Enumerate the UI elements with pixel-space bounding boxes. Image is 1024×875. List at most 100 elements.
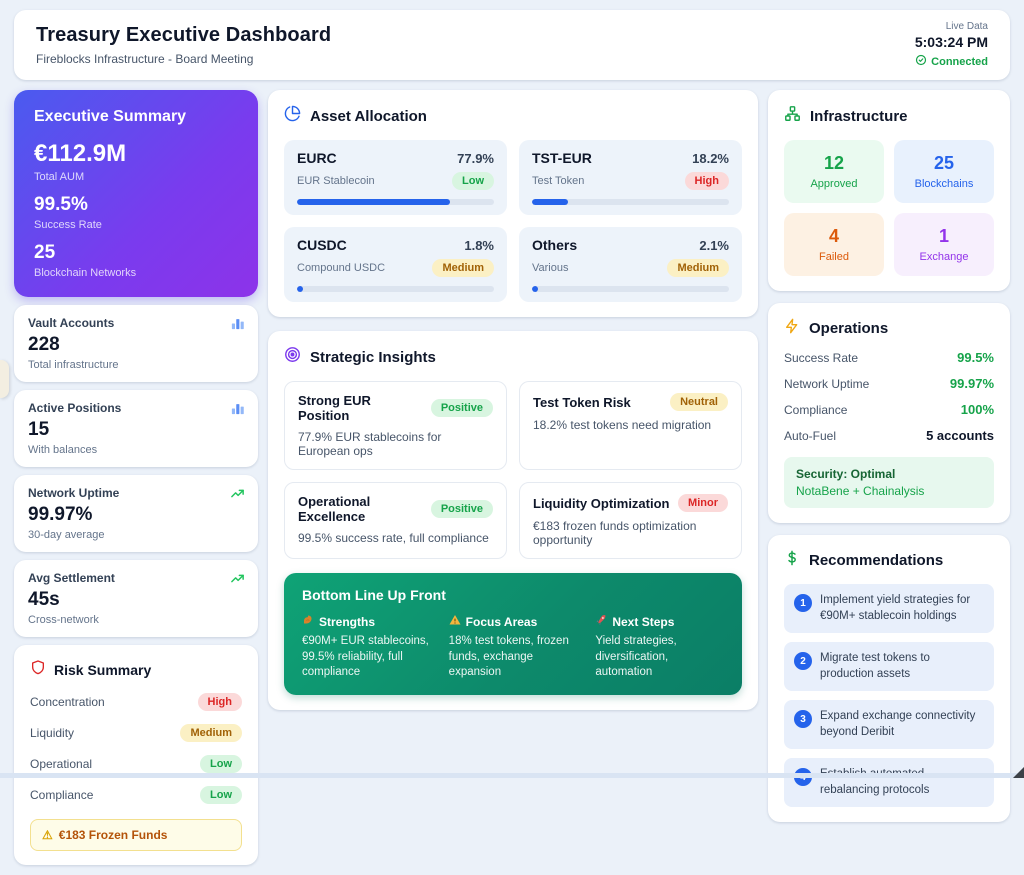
executive-summary-title: Executive Summary: [34, 108, 238, 126]
total-aum-label: Total AUM: [34, 171, 238, 183]
asset-description: Test Token: [532, 175, 584, 187]
infrastructure-panel: Infrastructure 12 Approved 25 Blockchain…: [768, 90, 1010, 291]
asset-description: EUR Stablecoin: [297, 175, 375, 187]
resize-corner-handle[interactable]: [1013, 767, 1024, 778]
asset-symbol: Others: [532, 237, 577, 253]
recommendation-text: Implement yield strategies for €90M+ sta…: [820, 593, 984, 624]
asset-card-cusdc: CUSDC 1.8% Compound USDC Medium: [284, 227, 507, 302]
allocation-bar: [532, 286, 729, 292]
infra-tile-approved: 12 Approved: [784, 140, 884, 203]
stat-value: 45s: [28, 589, 244, 611]
stat-subtitle: With balances: [28, 444, 244, 456]
bluf-title: Bottom Line Up Front: [302, 587, 724, 603]
asset-risk-badge: Medium: [667, 259, 729, 277]
warning-icon: ⚠: [42, 828, 53, 842]
infrastructure-title: Infrastructure: [810, 108, 908, 125]
operations-title: Operations: [809, 320, 888, 337]
asset-card-others: Others 2.1% Various Medium: [519, 227, 742, 302]
frozen-funds-text: €183 Frozen Funds: [59, 828, 168, 842]
stat-card-avg-settlement: Avg Settlement 45s Cross-network: [14, 560, 258, 637]
stat-title: Vault Accounts: [28, 316, 244, 330]
recommendation-text: Establish automated rebalancing protocol…: [820, 767, 984, 798]
recommendation-item-1: 1 Implement yield strategies for €90M+ s…: [784, 584, 994, 633]
bottom-line-up-front-card: Bottom Line Up Front Strengths €90M+ EUR…: [284, 573, 742, 695]
ops-row-success-rate: Success Rate 99.5%: [784, 350, 994, 365]
header-left: Treasury Executive Dashboard Fireblocks …: [36, 24, 331, 66]
asset-symbol: EURC: [297, 150, 337, 166]
risk-level-badge: Low: [200, 786, 242, 804]
insight-description: 99.5% success rate, full compliance: [298, 531, 493, 545]
insight-description: €183 frozen funds optimization opportuni…: [533, 519, 728, 547]
insight-title: Operational Excellence: [298, 494, 425, 524]
stat-title: Network Uptime: [28, 486, 244, 500]
allocation-bar: [297, 286, 494, 292]
bluf-strengths: Strengths €90M+ EUR stablecoins, 99.5% r…: [302, 614, 431, 681]
infra-tile-exchange: 1 Exchange: [894, 213, 994, 276]
recommendations-panel: Recommendations 1 Implement yield strate…: [768, 535, 1010, 822]
stat-subtitle: Cross-network: [28, 614, 244, 626]
success-rate-value: 99.5%: [34, 194, 238, 216]
page-title: Treasury Executive Dashboard: [36, 24, 331, 47]
risk-row-liquidity: Liquidity Medium: [30, 724, 242, 742]
blockchain-networks-label: Blockchain Networks: [34, 267, 238, 279]
risk-summary-panel: Risk Summary Concentration High Liquidit…: [14, 645, 258, 865]
insight-card-liquidity: Liquidity Optimization Minor €183 frozen…: [519, 482, 742, 559]
asset-percent: 77.9%: [457, 151, 494, 166]
insight-title: Strong EUR Position: [298, 393, 425, 423]
stat-title: Active Positions: [28, 401, 244, 415]
risk-label: Compliance: [30, 788, 93, 802]
asset-symbol: TST-EUR: [532, 150, 592, 166]
muscle-icon: [302, 614, 314, 629]
asset-card-tst-eur: TST-EUR 18.2% Test Token High: [519, 140, 742, 215]
allocation-bar-fill: [297, 286, 303, 292]
insight-tag-badge: Positive: [431, 500, 493, 518]
insight-tag-badge: Neutral: [670, 393, 728, 411]
target-icon: [284, 346, 301, 368]
insight-card-operational: Operational Excellence Positive 99.5% su…: [284, 482, 507, 559]
bluf-column-body: €90M+ EUR stablecoins, 99.5% reliability…: [302, 634, 431, 681]
check-circle-icon: [915, 54, 927, 69]
stat-card-vault-accounts: Vault Accounts 228 Total infrastructure: [14, 305, 258, 382]
recommendation-item-4: 4 Establish automated rebalancing protoc…: [784, 758, 994, 807]
connection-status-label: Connected: [931, 56, 988, 68]
allocation-bar: [532, 199, 729, 205]
ops-label: Compliance: [784, 403, 847, 417]
live-data-label: Live Data: [915, 21, 988, 32]
asset-description: Compound USDC: [297, 262, 385, 274]
network-icon: [784, 105, 801, 127]
asset-allocation-panel: Asset Allocation EURC 77.9% EUR Stableco…: [268, 90, 758, 317]
risk-row-compliance: Compliance Low: [30, 786, 242, 804]
stat-card-network-uptime: Network Uptime 99.97% 30-day average: [14, 475, 258, 552]
allocation-bar-fill: [532, 199, 568, 205]
tile-value: 4: [792, 226, 876, 247]
asset-risk-badge: High: [685, 172, 729, 190]
risk-level-badge: High: [198, 693, 242, 711]
insight-description: 77.9% EUR stablecoins for European ops: [298, 430, 493, 458]
recommendation-item-3: 3 Expand exchange connectivity beyond De…: [784, 700, 994, 749]
allocation-bar-fill: [297, 199, 450, 205]
risk-row-concentration: Concentration High: [30, 693, 242, 711]
page-subtitle: Fireblocks Infrastructure - Board Meetin…: [36, 52, 331, 66]
stat-value: 228: [28, 334, 244, 356]
frozen-funds-alert: ⚠ €183 Frozen Funds: [30, 819, 242, 851]
risk-summary-title: Risk Summary: [54, 662, 151, 678]
infra-tile-failed: 4 Failed: [784, 213, 884, 276]
trend-up-icon: [230, 571, 245, 591]
asset-allocation-title: Asset Allocation: [310, 108, 427, 125]
bluf-column-heading: Next Steps: [612, 615, 674, 629]
ops-label: Auto-Fuel: [784, 429, 836, 443]
edge-drag-handle[interactable]: [0, 360, 9, 398]
success-rate-label: Success Rate: [34, 219, 238, 231]
risk-label: Liquidity: [30, 726, 74, 740]
stat-title: Avg Settlement: [28, 571, 244, 585]
stat-subtitle: Total infrastructure: [28, 359, 244, 371]
asset-percent: 18.2%: [692, 151, 729, 166]
tile-label: Blockchains: [902, 178, 986, 190]
recommendation-text: Expand exchange connectivity beyond Deri…: [820, 709, 984, 740]
insight-card-strong-eur: Strong EUR Position Positive 77.9% EUR s…: [284, 381, 507, 470]
recommendation-number: 1: [794, 594, 812, 612]
risk-level-badge: Medium: [180, 724, 242, 742]
recommendation-item-2: 2 Migrate test tokens to production asse…: [784, 642, 994, 691]
insight-tag-badge: Positive: [431, 399, 493, 417]
insight-tag-badge: Minor: [678, 494, 728, 512]
